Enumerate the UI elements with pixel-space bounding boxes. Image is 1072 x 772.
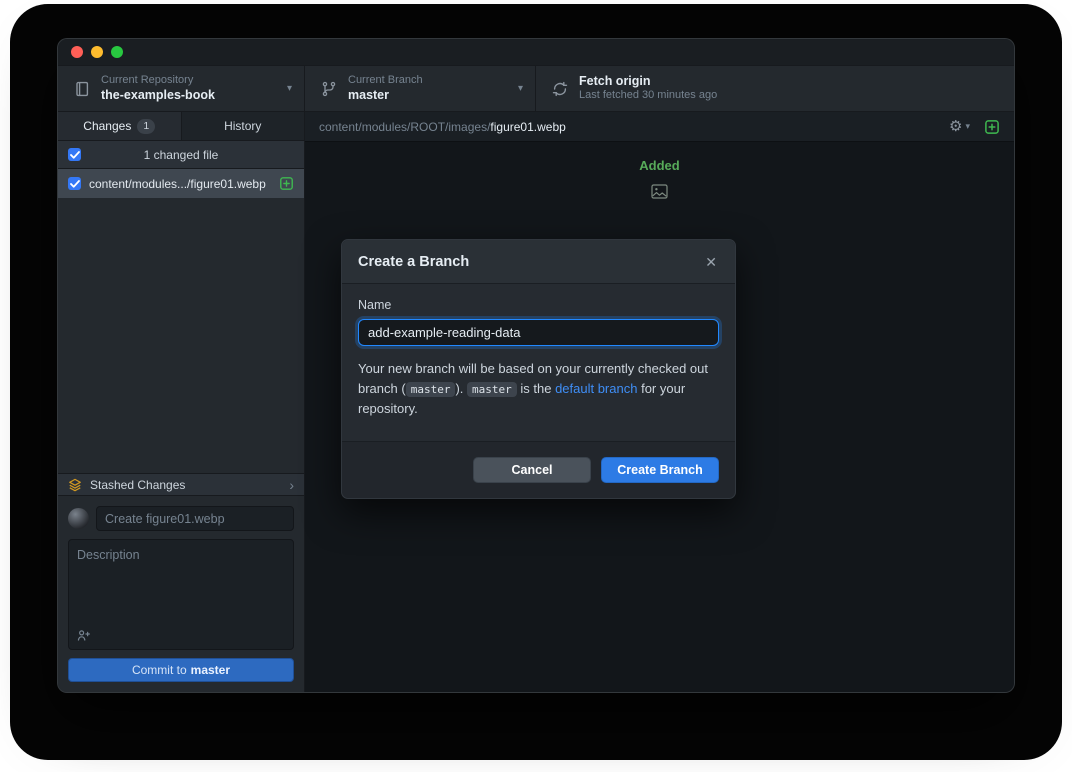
tab-history-label: History bbox=[224, 119, 261, 133]
github-desktop-window: Current Repository the-examples-book ▾ C… bbox=[57, 38, 1015, 693]
commit-summary-input[interactable] bbox=[96, 506, 294, 531]
minimize-window-button[interactable] bbox=[91, 46, 103, 58]
commit-description-input[interactable] bbox=[69, 540, 293, 649]
titlebar bbox=[58, 39, 1014, 66]
commit-form: Commit to master bbox=[58, 496, 304, 692]
branch-code-master: master bbox=[406, 382, 456, 397]
user-avatar bbox=[68, 508, 89, 529]
branch-name: master bbox=[348, 88, 507, 104]
branch-name-label: Name bbox=[358, 298, 719, 312]
zoom-window-button[interactable] bbox=[111, 46, 123, 58]
file-path-filename: figure01.webp bbox=[490, 120, 565, 134]
toolbar: Current Repository the-examples-book ▾ C… bbox=[58, 66, 1014, 112]
close-window-button[interactable] bbox=[71, 46, 83, 58]
tab-changes[interactable]: Changes 1 bbox=[58, 112, 182, 140]
cancel-button[interactable]: Cancel bbox=[473, 457, 591, 483]
traffic-lights bbox=[71, 46, 123, 58]
diff-status-label: Added bbox=[639, 158, 679, 173]
chevron-right-icon: › bbox=[289, 478, 294, 492]
file-path: content/modules/ROOT/images/figure01.web… bbox=[319, 120, 949, 134]
fetch-origin-label: Fetch origin bbox=[579, 74, 1002, 90]
help-text-part: ). bbox=[455, 381, 467, 396]
stash-icon bbox=[68, 478, 82, 492]
tab-changes-label: Changes bbox=[83, 119, 131, 133]
person-add-icon bbox=[76, 628, 91, 643]
dialog-title: Create a Branch bbox=[358, 254, 469, 270]
git-branch-icon bbox=[321, 81, 337, 97]
stashed-changes-row[interactable]: Stashed Changes › bbox=[58, 473, 304, 496]
branch-label: Current Branch bbox=[348, 74, 507, 88]
chevron-down-icon: ▾ bbox=[965, 121, 970, 132]
chevron-down-icon: ▾ bbox=[287, 83, 292, 94]
commit-summary-row bbox=[68, 506, 294, 531]
chevron-down-icon: ▾ bbox=[518, 83, 523, 94]
dialog-body: Name Your new branch will be based on yo… bbox=[342, 284, 735, 441]
changed-file-row[interactable]: content/modules.../figure01.webp bbox=[58, 169, 304, 198]
changed-files-count: 1 changed file bbox=[58, 148, 304, 162]
branch-code-master: master bbox=[467, 382, 517, 397]
changed-files-header: 1 changed file bbox=[58, 141, 304, 169]
branch-help-text: Your new branch will be based on your cu… bbox=[358, 359, 719, 419]
diff-options-button[interactable]: ⚙ ▾ bbox=[949, 119, 970, 134]
default-branch-link[interactable]: default branch bbox=[555, 381, 637, 396]
gear-icon: ⚙ bbox=[949, 119, 962, 134]
close-icon[interactable]: ✕ bbox=[703, 253, 719, 271]
sidebar-tabs: Changes 1 History bbox=[58, 112, 304, 141]
repository-selector-text: Current Repository the-examples-book bbox=[101, 74, 276, 103]
commit-description-box bbox=[68, 539, 294, 650]
diff-added-icon bbox=[279, 176, 294, 191]
branch-selector-text: Current Branch master bbox=[348, 74, 507, 103]
help-text-part: is the bbox=[517, 381, 555, 396]
changes-list-empty-area bbox=[58, 198, 304, 473]
repo-icon bbox=[74, 81, 90, 97]
fetch-origin-sublabel: Last fetched 30 minutes ago bbox=[579, 89, 1002, 103]
repository-label: Current Repository bbox=[101, 74, 276, 88]
changes-sidebar: Changes 1 History 1 changed file content… bbox=[58, 112, 305, 692]
sync-icon bbox=[552, 81, 568, 97]
fetch-origin-button[interactable]: Fetch origin Last fetched 30 minutes ago bbox=[536, 66, 1014, 111]
branch-selector[interactable]: Current Branch master ▾ bbox=[305, 66, 536, 111]
changes-count-badge: 1 bbox=[137, 119, 155, 134]
tab-history[interactable]: History bbox=[182, 112, 305, 140]
repository-selector[interactable]: Current Repository the-examples-book ▾ bbox=[58, 66, 305, 111]
changed-file-path: content/modules.../figure01.webp bbox=[89, 177, 271, 191]
create-branch-button[interactable]: Create Branch bbox=[601, 457, 719, 483]
file-path-directory: content/modules/ROOT/images/ bbox=[319, 120, 490, 134]
create-branch-dialog: Create a Branch ✕ Name Your new branch w… bbox=[341, 239, 736, 499]
commit-button[interactable]: Commit to master bbox=[68, 658, 294, 682]
dialog-header: Create a Branch ✕ bbox=[342, 240, 735, 284]
commit-button-branch: master bbox=[191, 663, 230, 677]
path-bar-actions: ⚙ ▾ bbox=[949, 119, 1000, 135]
branch-name-input[interactable] bbox=[358, 319, 719, 346]
image-placeholder-icon bbox=[651, 184, 668, 199]
file-status-added-icon bbox=[984, 119, 1000, 135]
dialog-footer: Cancel Create Branch bbox=[342, 441, 735, 498]
commit-button-label: Commit to bbox=[132, 663, 187, 677]
file-checkbox[interactable] bbox=[68, 177, 81, 190]
repository-name: the-examples-book bbox=[101, 88, 276, 104]
add-coauthor-button[interactable] bbox=[76, 628, 91, 643]
stashed-changes-label: Stashed Changes bbox=[90, 478, 281, 492]
file-path-bar: content/modules/ROOT/images/figure01.web… bbox=[305, 112, 1014, 142]
fetch-origin-text: Fetch origin Last fetched 30 minutes ago bbox=[579, 74, 1002, 103]
